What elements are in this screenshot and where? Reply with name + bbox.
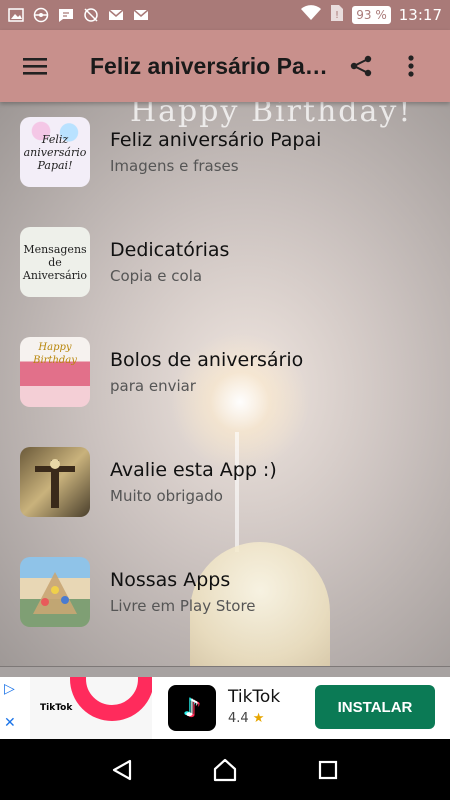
- status-bar: ! 93 % 13:17: [0, 0, 450, 30]
- adchoices-icon[interactable]: ▷: [4, 681, 15, 697]
- thumbnail-cake: Happy Birthday: [20, 337, 90, 407]
- list-item-subtitle: para enviar: [110, 377, 196, 395]
- install-button[interactable]: INSTALAR: [315, 685, 435, 729]
- thumbnail-our-apps: [20, 557, 90, 627]
- list-item-title: Bolos de aniversário: [110, 349, 304, 371]
- wifi-icon: [300, 5, 322, 25]
- list-item-cakes[interactable]: Happy Birthday Bolos de aniversário para…: [0, 337, 450, 447]
- list-item-subtitle: Livre em Play Store: [110, 597, 256, 615]
- list-item-dedications[interactable]: Mensagens de Aniversário Dedicatórias Co…: [0, 227, 450, 337]
- navigation-bar: [0, 740, 450, 800]
- divider: [0, 666, 450, 677]
- thumbnail-rate-app: [20, 447, 90, 517]
- no-sim-icon: !: [330, 4, 344, 26]
- gallery-icon: [8, 7, 24, 23]
- list-item-subtitle: Imagens e frases: [110, 157, 239, 175]
- star-icon: ★: [252, 711, 265, 726]
- ad-banner[interactable]: ▷ ✕ TikTok ♪ TikTok 4.4 ★ INSTALAR: [0, 677, 450, 739]
- main-content: Happy Birthday! Feliz aniversário Papai!…: [0, 102, 450, 677]
- share-icon[interactable]: [336, 41, 386, 91]
- system-icons: ! 93 % 13:17: [300, 4, 442, 26]
- list-item-title: Feliz aniversário Papai: [110, 129, 322, 151]
- pokeball-icon: [33, 7, 49, 23]
- gmail-icon: [108, 7, 124, 23]
- close-icon[interactable]: ✕: [4, 715, 16, 731]
- recents-icon[interactable]: [308, 750, 348, 790]
- list-item-birthday-images[interactable]: Feliz aniversário Papai! Feliz aniversár…: [0, 117, 450, 227]
- list-item-title: Dedicatórias: [110, 239, 230, 261]
- thumbnail-birthday-card: Feliz aniversário Papai!: [20, 117, 90, 187]
- message-icon: [58, 7, 74, 23]
- home-icon[interactable]: [205, 750, 245, 790]
- menu-list: Feliz aniversário Papai! Feliz aniversár…: [0, 117, 450, 667]
- ad-image-label: TikTok: [40, 703, 73, 713]
- clock: 13:17: [398, 6, 442, 24]
- list-item-subtitle: Muito obrigado: [110, 487, 223, 505]
- ad-image[interactable]: TikTok: [30, 677, 152, 739]
- list-item-our-apps[interactable]: Nossas Apps Livre em Play Store: [0, 557, 450, 667]
- ad-rating: 4.4 ★: [228, 711, 265, 726]
- app-bar: Feliz aniversário Papai: [0, 30, 450, 102]
- page-title: Feliz aniversário Papai: [90, 52, 330, 79]
- list-item-rate-app[interactable]: Avalie esta App :) Muito obrigado: [0, 447, 450, 557]
- list-item-title: Avalie esta App :): [110, 459, 277, 481]
- back-icon[interactable]: [102, 750, 142, 790]
- ad-app-name[interactable]: TikTok: [228, 687, 280, 707]
- thumbnail-messages: Mensagens de Aniversário: [20, 227, 90, 297]
- battery-icon: 93 %: [352, 6, 391, 24]
- tiktok-icon[interactable]: ♪: [168, 685, 216, 731]
- svg-text:!: !: [335, 10, 339, 21]
- more-vertical-icon[interactable]: [386, 41, 436, 91]
- sync-off-icon: [83, 7, 99, 23]
- list-item-title: Nossas Apps: [110, 569, 231, 591]
- list-item-subtitle: Copia e cola: [110, 267, 203, 285]
- gmail-icon: [133, 7, 149, 23]
- notification-icons: [8, 7, 149, 23]
- menu-icon[interactable]: [10, 41, 60, 91]
